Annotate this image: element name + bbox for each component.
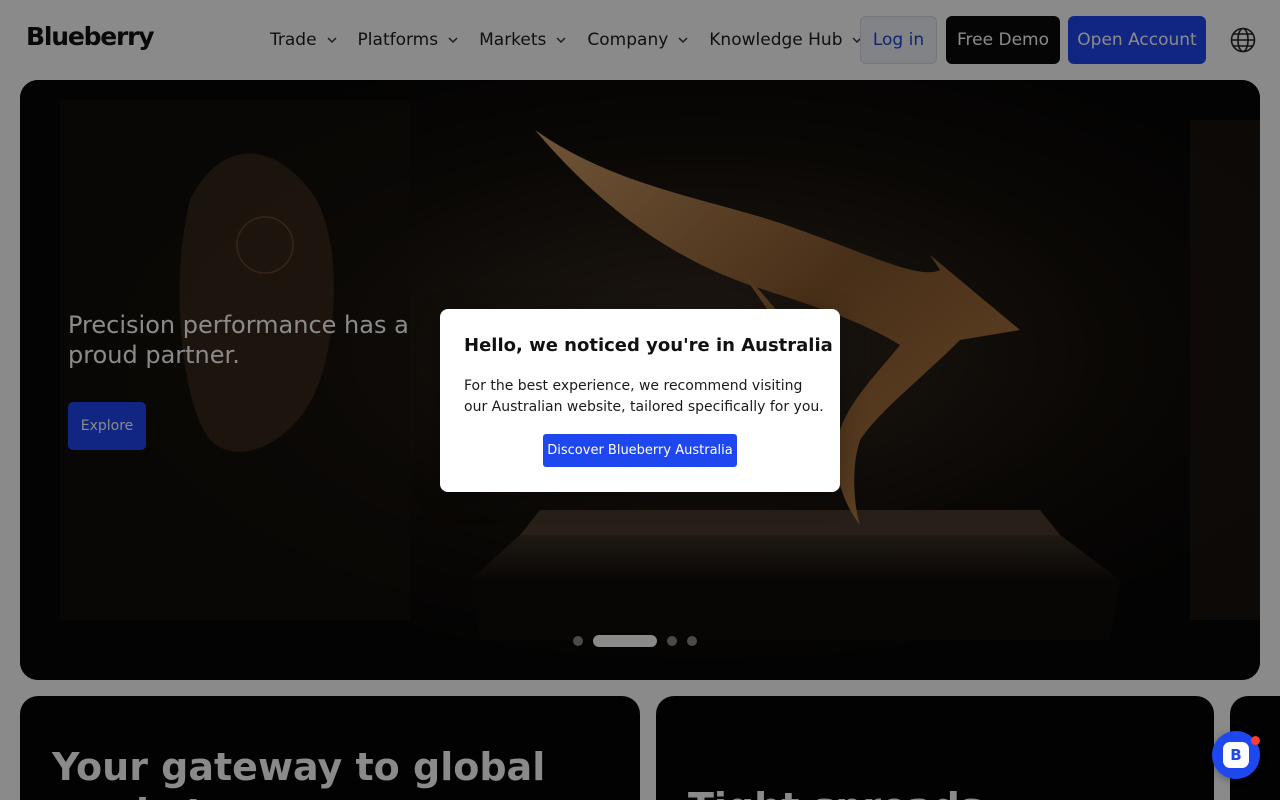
modal-body: For the best experience, we recommend vi… — [464, 378, 824, 415]
notification-dot — [1251, 736, 1260, 745]
modal-title: Hello, we noticed you're in Australia — [464, 335, 833, 356]
discover-australia-button[interactable]: Discover Blueberry Australia — [543, 434, 737, 467]
chat-launcher-icon: B — [1223, 742, 1249, 768]
region-redirect-modal: Hello, we noticed you're in Australia Fo… — [440, 309, 840, 492]
chat-launcher-button[interactable]: B — [1212, 731, 1260, 779]
